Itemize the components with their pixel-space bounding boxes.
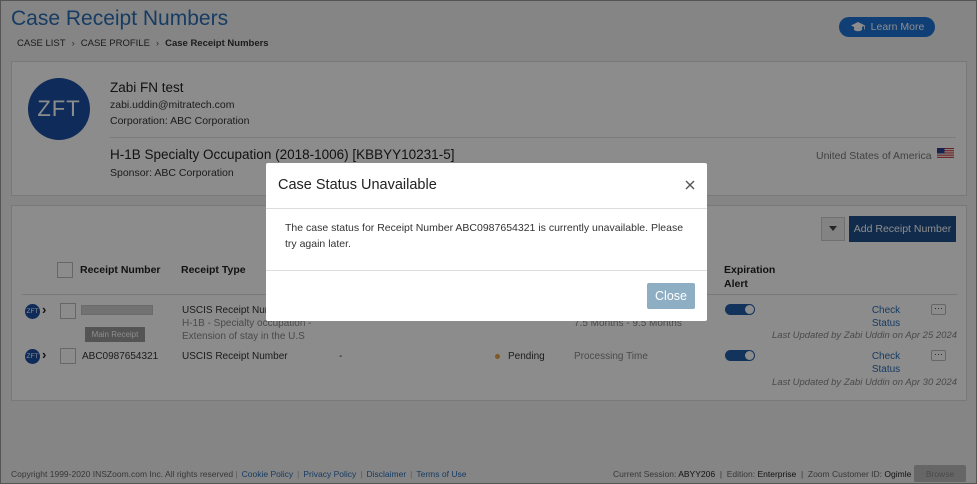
modal-divider: [266, 270, 707, 271]
case-status-modal: Case Status Unavailable The case status …: [266, 163, 707, 321]
close-icon[interactable]: [683, 178, 697, 192]
modal-title: Case Status Unavailable: [278, 177, 437, 193]
app-frame: Case Receipt Numbers CASE LIST › CASE PROF…: [0, 0, 977, 484]
modal-divider: [266, 208, 707, 209]
close-button[interactable]: Close: [647, 283, 695, 309]
modal-message: The case status for Receipt Number ABC09…: [285, 222, 684, 250]
